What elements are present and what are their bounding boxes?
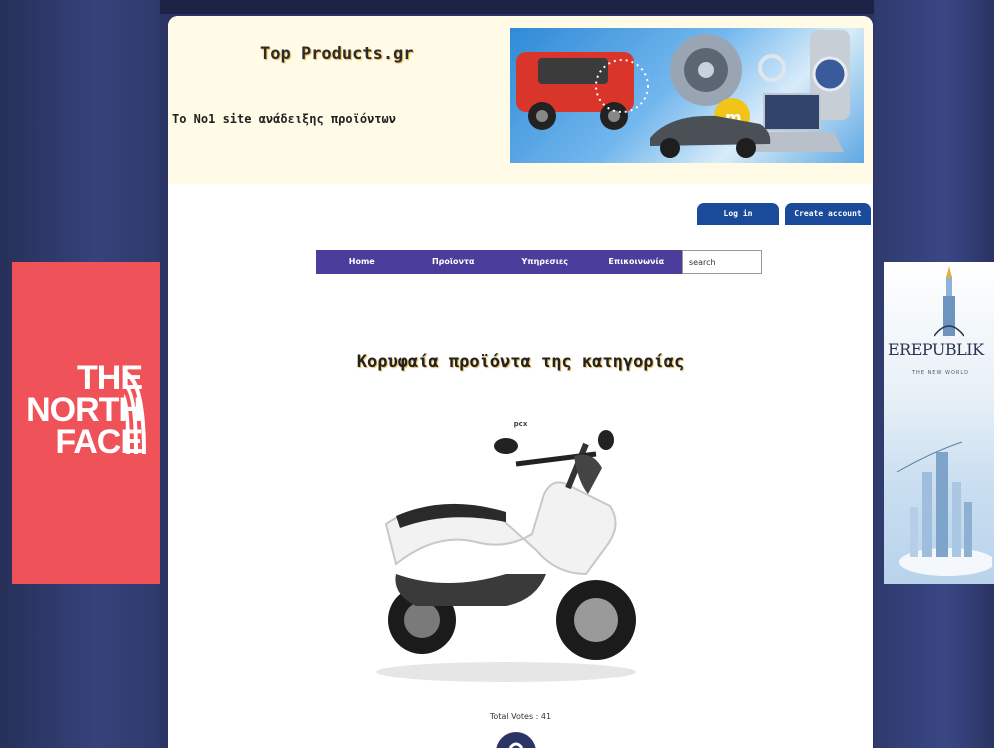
nav-item-products[interactable]: Προϊοντα xyxy=(408,250,500,274)
vote-button[interactable] xyxy=(496,732,536,748)
erepublik-title: EREPUBLIK xyxy=(888,340,984,359)
total-votes: Total Votes : 41 xyxy=(489,712,552,721)
nav-item-home[interactable]: Home xyxy=(316,250,408,274)
search-input[interactable] xyxy=(682,250,762,274)
ad-erepublik[interactable]: EREPUBLIK THE NEW WORLD xyxy=(884,262,994,584)
banner-collage-image: m xyxy=(516,30,850,158)
site-header: Top Products.gr Το No1 site ανάδειξης πρ… xyxy=(168,16,873,184)
product-image-scooter[interactable] xyxy=(356,424,656,686)
vote-badge-icon xyxy=(508,742,524,748)
main-panel: Top Products.gr Το No1 site ανάδειξης πρ… xyxy=(168,16,873,748)
north-face-dome-icon xyxy=(124,370,146,454)
nav-item-services[interactable]: Υπηρεσιες xyxy=(499,250,591,274)
category-title: Κορυφαία προϊόντα της κατηγορίας xyxy=(356,352,685,372)
erepublik-tower-icon xyxy=(934,266,964,337)
site-tagline: Το No1 site ανάδειξης προϊόντων xyxy=(172,112,396,126)
site-title[interactable]: Top Products.gr xyxy=(260,44,414,64)
main-navigation: Home Προϊοντα Υπηρεσιες Επικοινωνία xyxy=(316,250,682,274)
erepublik-subtitle: THE NEW WORLD xyxy=(912,370,969,376)
ad-the-north-face[interactable]: THE NORTH FACE xyxy=(12,262,160,584)
nav-item-contact[interactable]: Επικοινωνία xyxy=(591,250,683,274)
header-banner-collage: m xyxy=(510,28,864,163)
create-account-button[interactable]: Create account xyxy=(785,203,871,225)
login-button[interactable]: Log in xyxy=(697,203,779,225)
erepublik-city-illustration xyxy=(896,441,992,576)
